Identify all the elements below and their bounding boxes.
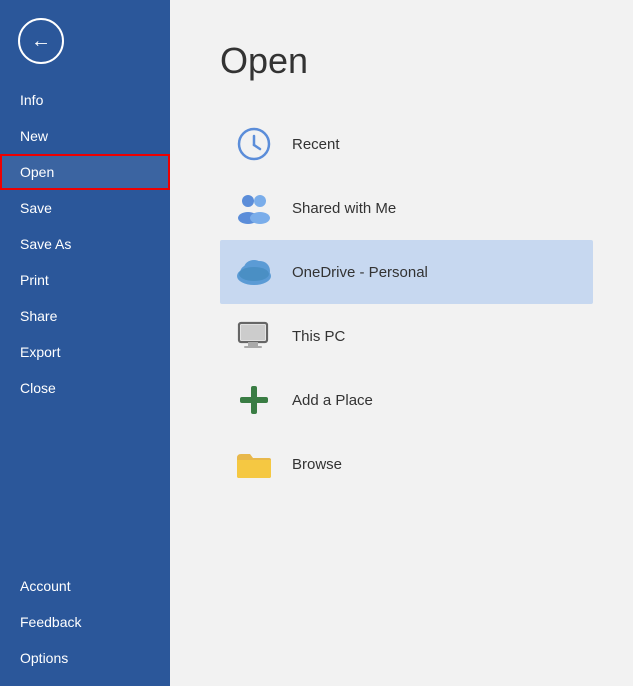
page-title: Open	[220, 40, 593, 82]
location-list: Recent Shared with Me OneDrive - Persona…	[220, 112, 593, 496]
people-icon	[234, 188, 274, 228]
sidebar-item-close[interactable]: Close	[0, 370, 170, 406]
sidebar-item-open[interactable]: Open	[0, 154, 170, 190]
sidebar-item-print[interactable]: Print	[0, 262, 170, 298]
cloud-icon	[234, 252, 274, 292]
location-label-this-pc: This PC	[292, 328, 345, 345]
sidebar-item-share[interactable]: Share	[0, 298, 170, 334]
location-item-this-pc[interactable]: This PC	[220, 304, 593, 368]
sidebar-item-new[interactable]: New	[0, 118, 170, 154]
sidebar-item-export[interactable]: Export	[0, 334, 170, 370]
plus-icon	[234, 380, 274, 420]
location-label-add-place: Add a Place	[292, 392, 373, 409]
location-label-browse: Browse	[292, 456, 342, 473]
sidebar-item-options[interactable]: Options	[0, 640, 170, 676]
location-label-shared: Shared with Me	[292, 200, 396, 217]
sidebar-item-feedback[interactable]: Feedback	[0, 604, 170, 640]
sidebar-item-account[interactable]: Account	[0, 568, 170, 604]
back-icon: ←	[31, 30, 51, 53]
location-item-recent[interactable]: Recent	[220, 112, 593, 176]
sidebar: ← InfoNewOpenSaveSave AsPrintShareExport…	[0, 0, 170, 686]
sidebar-item-save[interactable]: Save	[0, 190, 170, 226]
location-item-add-place[interactable]: Add a Place	[220, 368, 593, 432]
location-item-shared[interactable]: Shared with Me	[220, 176, 593, 240]
sidebar-item-save-as[interactable]: Save As	[0, 226, 170, 262]
location-label-recent: Recent	[292, 136, 340, 153]
sidebar-item-info[interactable]: Info	[0, 82, 170, 118]
back-button[interactable]: ←	[18, 18, 64, 64]
location-label-onedrive: OneDrive - Personal	[292, 264, 428, 281]
location-item-onedrive[interactable]: OneDrive - Personal	[220, 240, 593, 304]
location-item-browse[interactable]: Browse	[220, 432, 593, 496]
main-content: Open Recent Shared with Me OneDrive - Pe…	[170, 0, 633, 686]
clock-icon	[234, 124, 274, 164]
computer-icon	[234, 316, 274, 356]
folder-icon	[234, 444, 274, 484]
